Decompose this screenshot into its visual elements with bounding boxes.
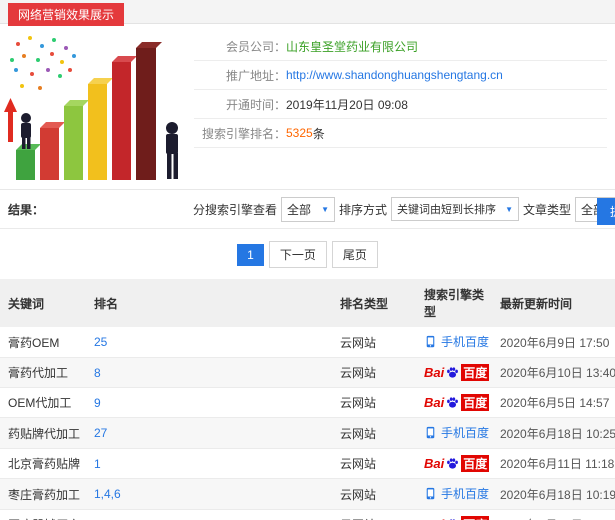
keyword-cell: 膏药OEM <box>0 327 86 358</box>
open-time-value: 2019年11月20日 09:08 <box>286 97 408 112</box>
keyword-cell: OEM代加工 <box>0 387 86 418</box>
member-info: 会员公司： 山东皇圣堂药业有限公司 推广地址： http://www.shand… <box>194 32 607 181</box>
baidu-logo-icon: Bai百度 <box>424 455 490 472</box>
phone-icon <box>426 487 435 500</box>
rank-type-cell: 云网站 <box>332 387 416 418</box>
top-bar: 网络营销效果展示 <box>0 0 615 26</box>
baidu-logo-icon: Bai百度 <box>424 364 490 381</box>
page-next-button[interactable]: 下一页 <box>268 241 327 268</box>
info-row-open-time: 开通时间： 2019年11月20日 09:08 <box>194 90 607 119</box>
page-last-button[interactable]: 尾页 <box>331 241 378 268</box>
engine-type-cell: 手机百度 <box>416 327 492 358</box>
rank-cell: 25 <box>86 327 332 358</box>
header-keyword: 关键词 <box>0 279 86 327</box>
filter-group: 分搜索引擎查看 全部 ▼ 排序方式 关键词由短到长排序 ▼ 文章类型 全部 ▼ <box>193 190 615 228</box>
page-title-tab: 网络营销效果展示 <box>8 3 125 26</box>
header-rank: 排名 <box>86 279 332 327</box>
baidu-logo-icon: Bai百度 <box>424 394 490 411</box>
rank-cell: 8 <box>86 357 332 388</box>
article-type-label: 文章类型 <box>523 202 572 217</box>
engine-type-cell: 手机百度 <box>416 417 492 449</box>
url-label: 推广地址： <box>225 68 286 83</box>
filter-bar: 结果： 分搜索引擎查看 全部 ▼ 排序方式 关键词由短到长排序 ▼ 文章类型 全… <box>0 190 615 229</box>
result-label: 结果： <box>8 202 45 217</box>
updated-cell: 2020年6月10日 13:40 <box>492 357 615 388</box>
phone-icon <box>426 335 435 348</box>
engine-type-cell: 手机百度 <box>416 478 492 510</box>
company-label: 会员公司： <box>225 39 286 54</box>
bar-chart-clipart <box>4 36 178 180</box>
promotion-url-link[interactable]: http://www.shandonghuangshengtang.cn <box>286 68 503 82</box>
engine-filter-select[interactable]: 全部 ▼ <box>281 196 336 222</box>
table-body: 膏药OEM 25 云网站 手机百度 2020年6月9日 17:50 膏药代加工 8 云网站 Ba… <box>0 327 615 520</box>
page-current[interactable]: 1 <box>237 243 264 266</box>
results-table: 关键词 排名 排名类型 搜索引擎类型 最新更新时间 膏药OEM 25 云网站 手机百度… <box>0 279 615 520</box>
keyword-cell: 医疗器械厂家 <box>0 509 86 520</box>
rank-cell: 4 <box>86 509 332 520</box>
updated-cell: 2020年6月11日 11:18 <box>492 448 615 479</box>
sort-filter-label: 排序方式 <box>339 202 388 217</box>
rank-cell: 27 <box>86 417 332 449</box>
mobile-baidu-icon: 手机百度 <box>424 485 489 502</box>
baidu-paw-icon <box>447 397 459 408</box>
rank-cell: 1,4,6 <box>86 478 332 510</box>
info-row-company: 会员公司： 山东皇圣堂药业有限公司 <box>194 32 607 61</box>
pagination: 1 下一页 尾页 <box>0 229 615 279</box>
marketing-illustration <box>4 32 186 181</box>
company-link[interactable]: 山东皇圣堂药业有限公司 <box>286 38 418 55</box>
engine-filter-value: 全部 <box>287 202 312 217</box>
table-row: 膏药OEM 25 云网站 手机百度 2020年6月9日 17:50 <box>0 327 615 358</box>
mobile-baidu-icon: 手机百度 <box>424 333 489 350</box>
keyword-cell: 膏药代加工 <box>0 357 86 388</box>
keyword-cell: 枣庄膏药加工 <box>0 478 86 510</box>
rank-type-cell: 云网站 <box>332 448 416 479</box>
updated-cell: 2020年6月18日 10:19 <box>492 478 615 510</box>
header-rank-type: 排名类型 <box>332 279 416 327</box>
rank-count-suffix: 条 <box>312 126 325 141</box>
submit-button[interactable]: 提交 <box>597 198 615 225</box>
rank-cell: 1 <box>86 448 332 479</box>
engine-type-cell: Bai百度 <box>416 448 492 479</box>
baidu-logo-icon: Bai百度 <box>424 516 490 520</box>
baidu-paw-icon <box>447 458 459 469</box>
table-row: 医疗器械厂家4云网站 Bai百度2020年5月29日 10:32 <box>0 509 615 520</box>
rank-count-value: 5325 <box>286 126 313 140</box>
mobile-baidu-icon: 手机百度 <box>424 424 489 441</box>
table-row: 药贴牌代加工 27 云网站 手机百度 2020年6月18日 10:25 <box>0 417 615 449</box>
keyword-cell: 北京膏药贴牌 <box>0 448 86 479</box>
rank-type-cell: 云网站 <box>332 478 416 510</box>
rank-type-cell: 云网站 <box>332 327 416 358</box>
sort-filter-select[interactable]: 关键词由短到长排序 ▼ <box>391 197 520 221</box>
chevron-down-icon: ▼ <box>321 204 330 214</box>
table-row: 枣庄膏药加工 1,4,6 云网站 手机百度 2020年6月18日 10:19 <box>0 478 615 510</box>
phone-icon <box>426 426 435 439</box>
rank-cell: 9 <box>86 387 332 418</box>
info-row-rank-count: 搜索引擎排名： 5325 条 <box>194 119 607 148</box>
info-row-url: 推广地址： http://www.shandonghuangshengtang.… <box>194 61 607 90</box>
updated-cell: 2020年5月29日 10:32 <box>492 509 615 520</box>
engine-filter-label: 分搜索引擎查看 <box>193 202 278 217</box>
engine-type-cell: Bai百度 <box>416 509 492 520</box>
table-row: OEM代加工 9 云网站 Bai 百度 2020年6月5日 14:57 <box>0 387 615 418</box>
table-header: 关键词 排名 排名类型 搜索引擎类型 最新更新时间 <box>0 279 615 327</box>
table-row: 膏药代加工 8 云网站 Bai 百度 2020年6月10日 13:40 <box>0 357 615 388</box>
sort-filter-value: 关键词由短到长排序 <box>397 204 497 216</box>
engine-type-cell: Bai百度 <box>416 387 492 418</box>
rank-type-cell: 云网站 <box>332 417 416 449</box>
top-section: 会员公司： 山东皇圣堂药业有限公司 推广地址： http://www.shand… <box>0 24 615 190</box>
open-time-label: 开通时间： <box>225 97 286 112</box>
keyword-cell: 药贴牌代加工 <box>0 417 86 449</box>
header-engine-type: 搜索引擎类型 <box>416 279 492 327</box>
table-row: 北京膏药贴牌 1 云网站 Bai 百度 2020年6月11日 11:18 <box>0 448 615 479</box>
header-updated: 最新更新时间 <box>492 279 615 327</box>
updated-cell: 2020年6月18日 10:25 <box>492 417 615 449</box>
updated-cell: 2020年6月5日 14:57 <box>492 387 615 418</box>
rank-type-cell: 云网站 <box>332 509 416 520</box>
updated-cell: 2020年6月9日 17:50 <box>492 327 615 358</box>
rank-count-label: 搜索引擎排名： <box>201 126 286 141</box>
baidu-paw-icon <box>447 367 459 378</box>
rank-type-cell: 云网站 <box>332 357 416 388</box>
engine-type-cell: Bai百度 <box>416 357 492 388</box>
chevron-down-icon: ▼ <box>505 204 514 214</box>
